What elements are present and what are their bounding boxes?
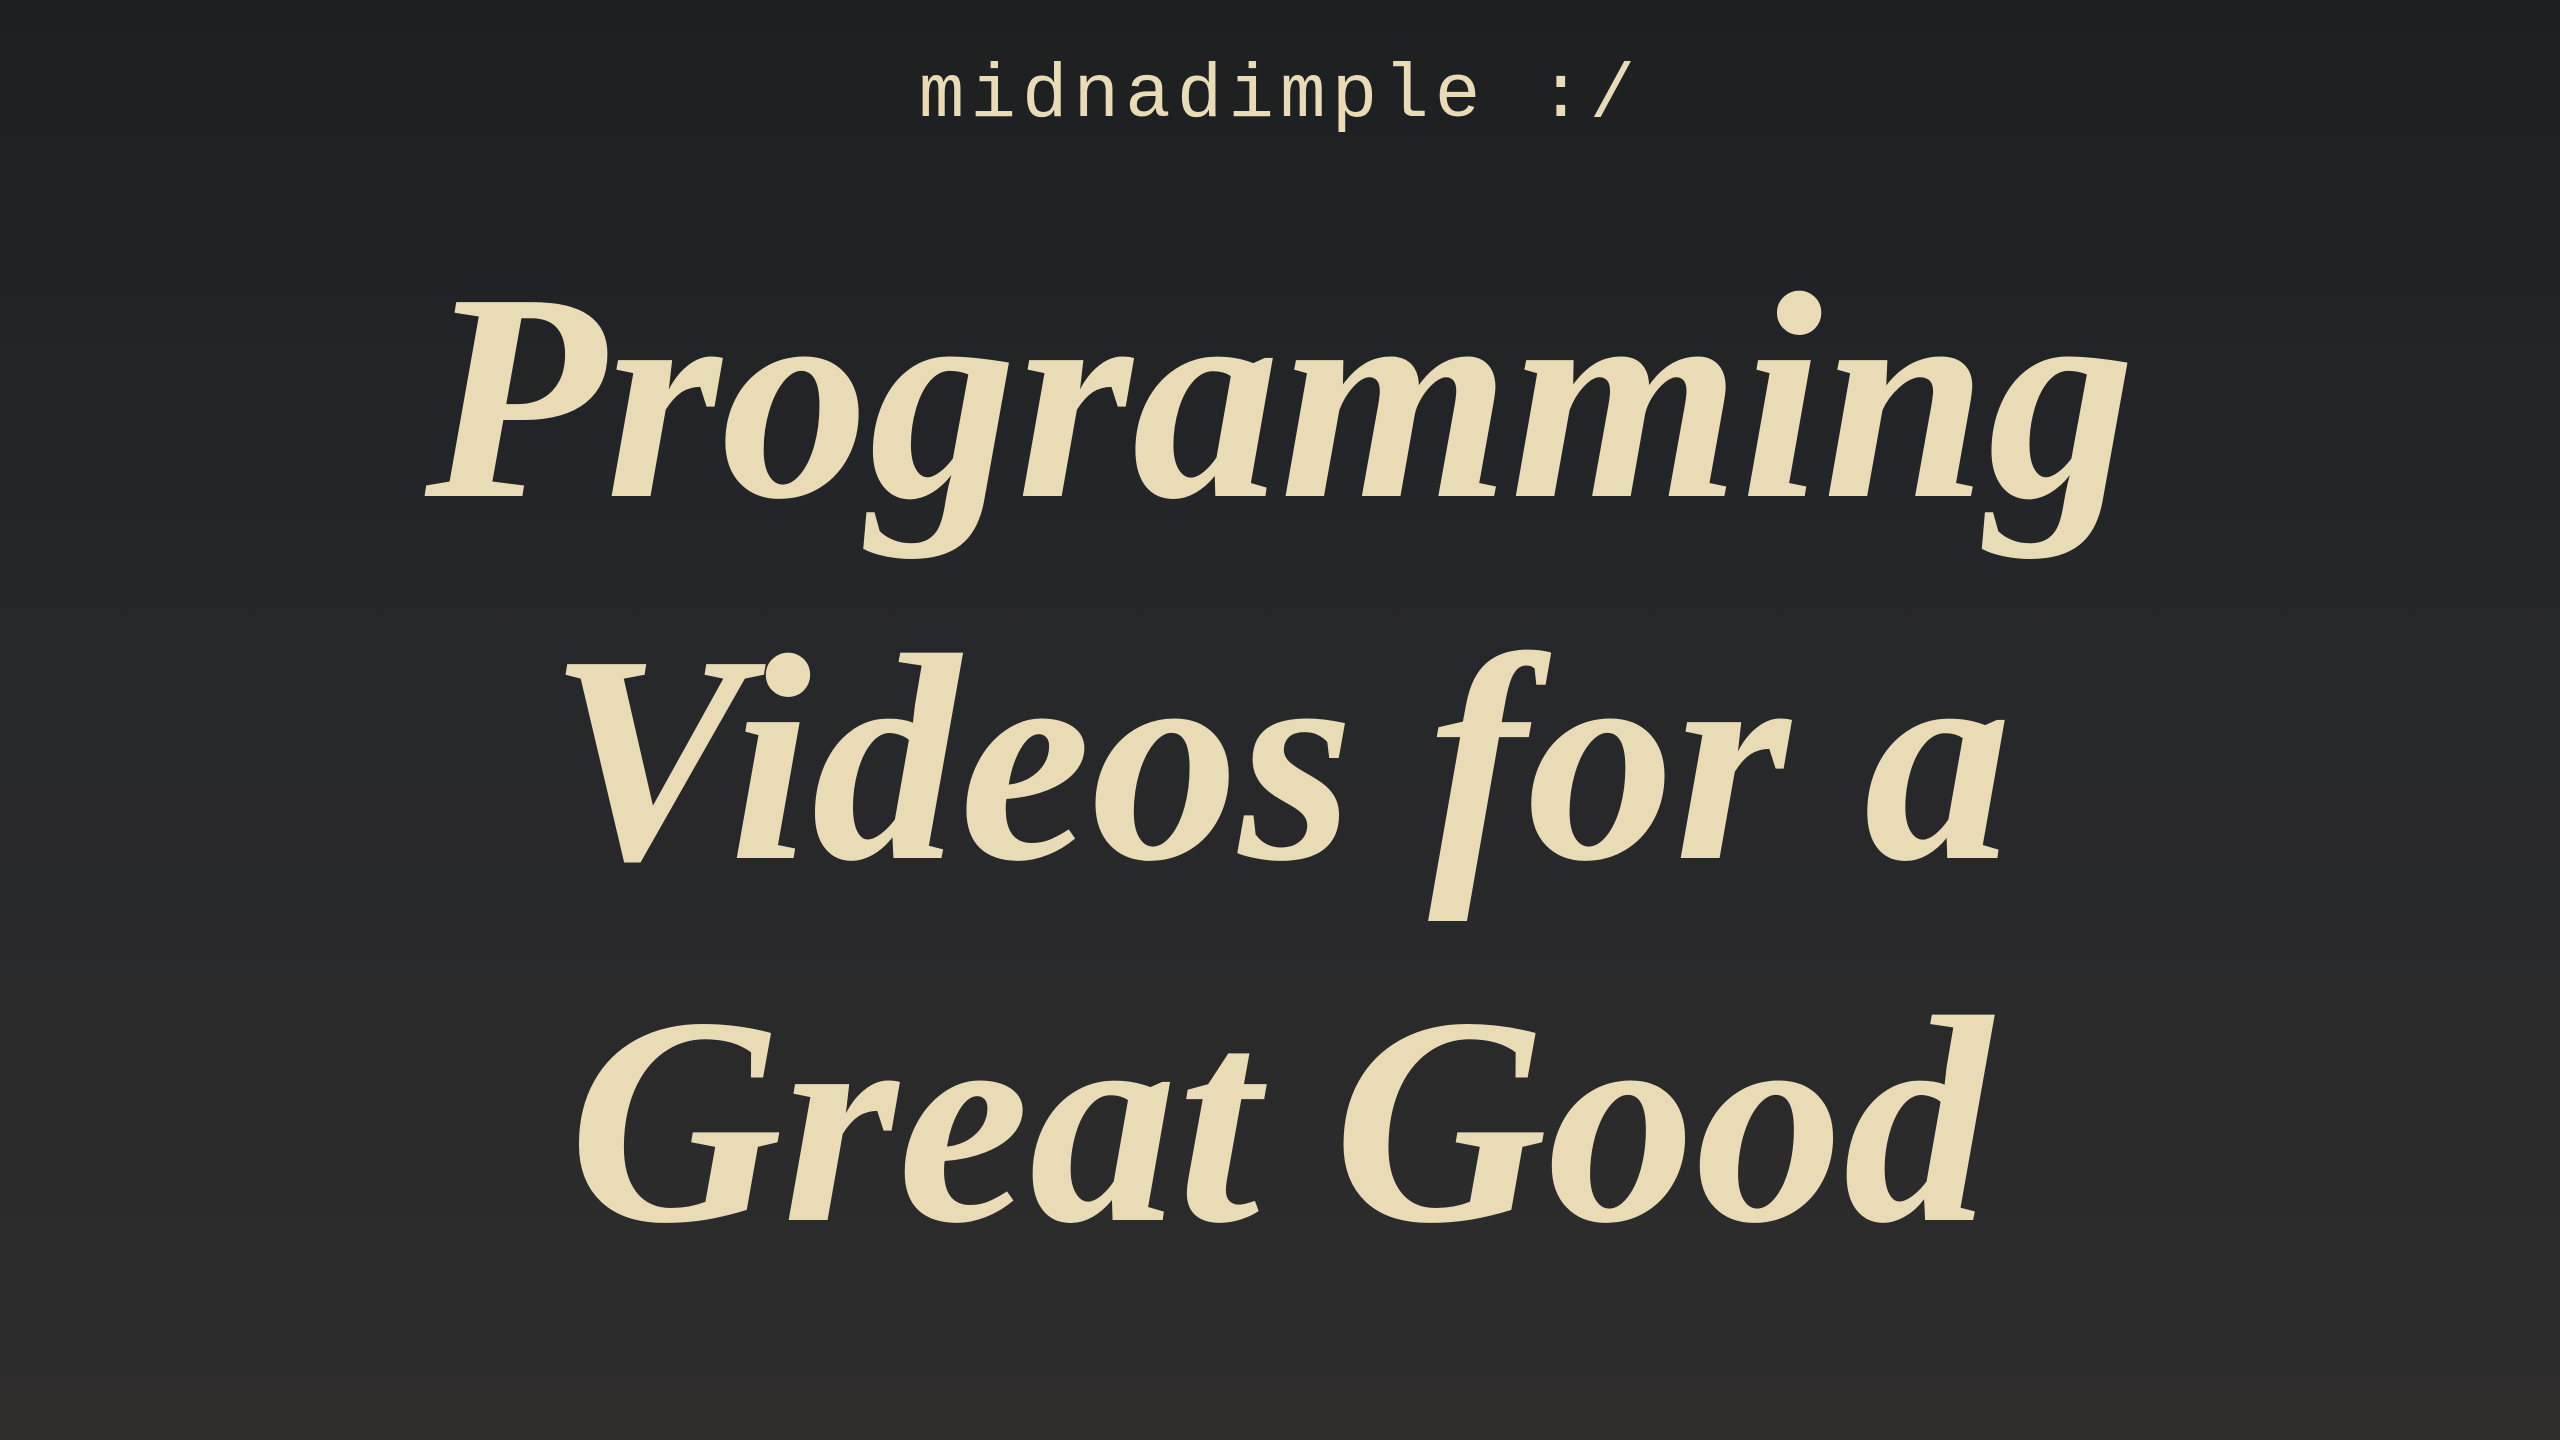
site-header: midnadimple :/	[0, 58, 2560, 134]
site-name[interactable]: midnadimple :/	[919, 53, 1642, 139]
hero-title-line-2: Videos for a	[548, 595, 2012, 923]
hero-title-line-3: Great Good	[568, 957, 1992, 1285]
hero-title: Programming Videos for a Great Good	[0, 216, 2560, 1302]
hero-title-line-1: Programming	[424, 233, 2136, 561]
